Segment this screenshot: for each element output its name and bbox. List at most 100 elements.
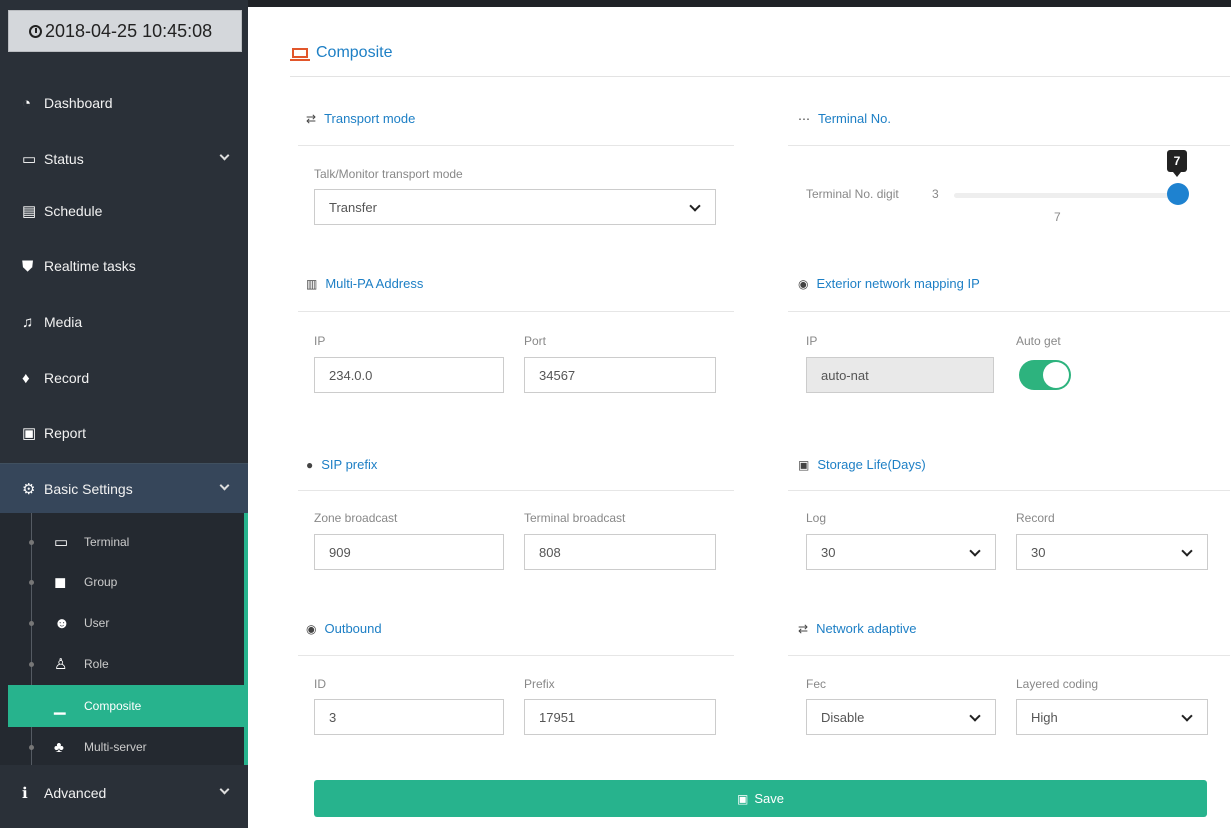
sidebar-item-label: Status: [44, 151, 84, 167]
exchange-icon: ⇄: [306, 111, 317, 126]
sidebar-item-label: Schedule: [44, 203, 103, 219]
section-title-text: SIP prefix: [321, 457, 378, 472]
section-title-text: Multi-PA Address: [325, 276, 424, 291]
slider-handle[interactable]: [1167, 183, 1189, 205]
chevron-down-icon: [1181, 710, 1193, 722]
sidebar: 2018-04-25 10:45:08 ◔ Dashboard ▭ Status…: [0, 0, 248, 828]
sidebar-item-basic-settings[interactable]: ⚙ Basic Settings: [0, 463, 248, 513]
multi-pa-ip-label: IP: [314, 334, 326, 348]
zone-broadcast-label: Zone broadcast: [314, 511, 398, 525]
basic-settings-submenu: ▭ Terminal ◼ Group ☻ User ♙ Role ▁ Compo…: [0, 513, 248, 765]
circle-icon: ●: [306, 457, 314, 472]
outbound-prefix-value: 17951: [539, 709, 576, 725]
fec-select[interactable]: Disable: [806, 699, 996, 735]
floppy-icon: ▣: [737, 791, 749, 806]
clock: 2018-04-25 10:45:08: [8, 10, 242, 52]
chevron-down-icon: [219, 480, 230, 491]
sidebar-item-label: Basic Settings: [44, 480, 133, 497]
submenu-item-label: Group: [84, 575, 118, 589]
chevron-down-icon: [219, 784, 230, 795]
submenu-item-group[interactable]: ◼ Group: [0, 561, 244, 603]
sidebar-item-media[interactable]: ♫ Media: [0, 294, 248, 350]
chevron-down-icon: [1181, 545, 1193, 557]
chevron-down-icon: [219, 150, 230, 161]
sidebar-item-report[interactable]: ▣ Report: [0, 405, 248, 461]
section-title-sip-prefix: ● SIP prefix: [306, 457, 377, 472]
log-select[interactable]: 30: [806, 534, 996, 570]
sidebar-item-realtime-tasks[interactable]: ⛊ Realtime tasks: [0, 238, 248, 294]
slider-min-value: 3: [932, 187, 939, 201]
laptop-icon: ▁: [54, 698, 66, 715]
terminal-broadcast-input[interactable]: 808: [524, 534, 716, 570]
gear-icon: ⚙: [22, 480, 36, 498]
outbound-id-input[interactable]: 3: [314, 699, 504, 735]
sidebar-item-label: Media: [44, 314, 83, 330]
bullet-dot: [29, 662, 34, 667]
sidebar-item-record[interactable]: ♦ Record: [0, 350, 248, 406]
multi-pa-port-input[interactable]: 34567: [524, 357, 716, 393]
sidebar-item-label: Dashboard: [44, 95, 113, 111]
terminal-digit-label: Terminal No. digit: [806, 187, 899, 201]
transport-mode-select[interactable]: Transfer: [314, 189, 716, 225]
submenu-item-user[interactable]: ☻ User: [0, 602, 244, 644]
status-icon: ▭: [22, 151, 37, 168]
dashboard-icon: ◔: [22, 94, 32, 112]
terminal-digit-slider[interactable]: [954, 193, 1180, 198]
toggle-knob: [1043, 362, 1069, 388]
main-panel: Composite ⇄ Transport mode Talk/Monitor …: [248, 0, 1231, 828]
submenu-item-role[interactable]: ♙ Role: [0, 643, 244, 685]
monitor-icon: ▭: [54, 534, 69, 551]
microphone-icon: ♦: [22, 369, 30, 387]
multi-pa-port-value: 34567: [539, 367, 576, 383]
sidebar-item-status[interactable]: ▭ Status: [0, 131, 248, 187]
top-bar: [248, 0, 1231, 7]
submenu-item-label: Composite: [84, 699, 142, 713]
divider: [298, 311, 734, 312]
building-icon: ▥: [306, 276, 318, 291]
layered-coding-select[interactable]: High: [1016, 699, 1208, 735]
section-title-transport-mode: ⇄ Transport mode: [306, 111, 415, 126]
save-button-label: Save: [754, 791, 784, 806]
zone-broadcast-input[interactable]: 909: [314, 534, 504, 570]
exchange-icon: ⇄: [798, 621, 809, 636]
layered-coding-value: High: [1031, 709, 1058, 725]
terminal-broadcast-value: 808: [539, 544, 561, 560]
slider-tooltip: 7: [1167, 150, 1187, 177]
submenu-item-label: Multi-server: [84, 740, 147, 754]
sitemap-icon: ♣: [54, 738, 64, 756]
section-title-network-adaptive: ⇄ Network adaptive: [798, 621, 917, 636]
multi-pa-port-label: Port: [524, 334, 547, 348]
ellipsis-icon: ⋯: [798, 111, 810, 126]
multi-pa-ip-input[interactable]: 234.0.0: [314, 357, 504, 393]
floppy-icon: ▣: [798, 457, 810, 472]
auto-get-toggle[interactable]: [1019, 360, 1071, 390]
exterior-ip-input[interactable]: auto-nat: [806, 357, 994, 393]
chevron-down-icon: [969, 545, 981, 557]
divider: [788, 490, 1230, 491]
submenu-item-composite[interactable]: ▁ Composite: [8, 685, 244, 727]
bullet-dot: [29, 540, 34, 545]
sidebar-item-schedule[interactable]: ▤ Schedule: [0, 183, 248, 239]
record-select[interactable]: 30: [1016, 534, 1208, 570]
sidebar-item-advanced[interactable]: ℹ Advanced: [0, 765, 248, 821]
outbound-id-value: 3: [329, 709, 337, 725]
bullet-dot: [29, 745, 34, 750]
section-title-storage-life: ▣ Storage Life(Days): [798, 457, 926, 472]
divider: [788, 311, 1230, 312]
outbound-id-label: ID: [314, 677, 326, 691]
sidebar-item-label: Realtime tasks: [44, 258, 136, 274]
submenu-item-terminal[interactable]: ▭ Terminal: [0, 521, 244, 563]
section-title-text: Transport mode: [324, 111, 416, 126]
record-label: Record: [1016, 511, 1055, 525]
outbound-prefix-input[interactable]: 17951: [524, 699, 716, 735]
sidebar-item-dashboard[interactable]: ◔ Dashboard: [0, 75, 248, 131]
role-icon: ♙: [54, 656, 68, 673]
submenu-item-multi-server[interactable]: ♣ Multi-server: [0, 726, 244, 768]
save-button[interactable]: ▣ Save: [314, 780, 1207, 817]
transport-mode-label: Talk/Monitor transport mode: [314, 167, 463, 181]
shield-icon: ⛊: [22, 257, 34, 275]
section-title-text: Outbound: [324, 621, 382, 636]
fec-label: Fec: [806, 677, 827, 691]
exterior-ip-value: auto-nat: [821, 367, 869, 383]
record-value: 30: [1031, 544, 1046, 560]
